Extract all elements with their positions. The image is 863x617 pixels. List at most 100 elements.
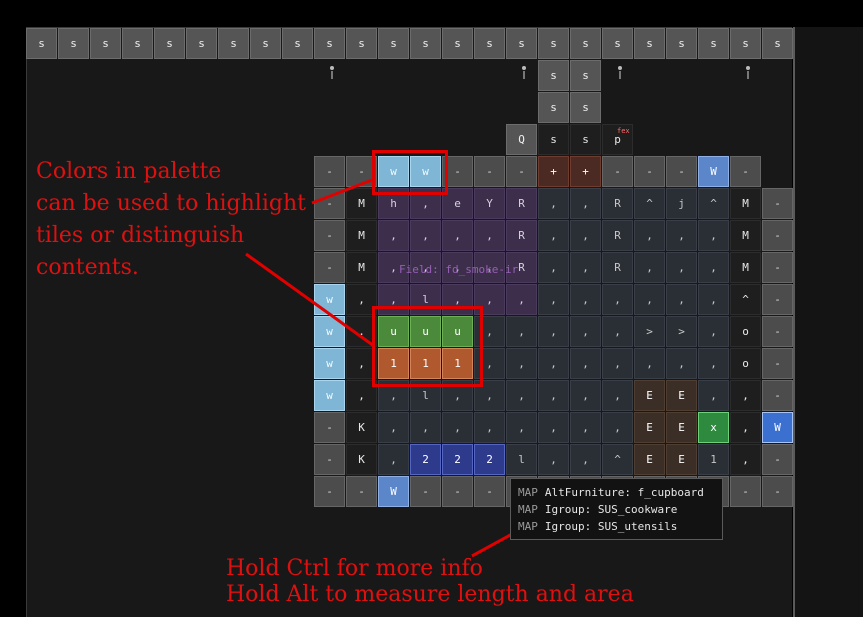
top-row-tile[interactable]: s — [634, 28, 665, 59]
map-tile[interactable]: E — [634, 380, 665, 411]
map-tile[interactable]: o — [730, 348, 761, 379]
map-tile[interactable]: - — [346, 476, 377, 507]
map-tile[interactable]: E — [666, 380, 697, 411]
map-tile[interactable]: M — [346, 252, 377, 283]
map-tile[interactable]: w — [314, 380, 345, 411]
map-tile[interactable]: , — [378, 220, 409, 251]
map-tile[interactable]: - — [314, 412, 345, 443]
map-tile[interactable]: + — [538, 156, 569, 187]
map-tile[interactable]: , — [698, 252, 729, 283]
map-tile[interactable]: , — [666, 284, 697, 315]
map-tile[interactable]: 1 — [698, 444, 729, 475]
map-tile[interactable]: - — [474, 156, 505, 187]
map-tile[interactable]: - — [634, 156, 665, 187]
map-tile[interactable]: M — [346, 220, 377, 251]
top-row-tile[interactable]: s — [378, 28, 409, 59]
map-tile[interactable]: > — [666, 316, 697, 347]
map-tile[interactable]: - — [314, 220, 345, 251]
map-tile[interactable]: , — [506, 284, 537, 315]
map-tile[interactable]: W — [378, 476, 409, 507]
map-tile[interactable]: - — [314, 252, 345, 283]
map-tile[interactable]: 2 — [410, 444, 441, 475]
map-tile[interactable]: - — [314, 444, 345, 475]
map-tile[interactable]: , — [538, 412, 569, 443]
map-tile[interactable]: , — [506, 380, 537, 411]
top-row-tile[interactable]: s — [154, 28, 185, 59]
map-tile[interactable]: - — [762, 380, 793, 411]
upper-tile[interactable]: s — [570, 60, 601, 91]
map-tile[interactable]: w — [314, 348, 345, 379]
map-tile[interactable]: R — [506, 188, 537, 219]
map-tile[interactable]: - — [762, 252, 793, 283]
map-tile[interactable]: , — [570, 348, 601, 379]
map-tile[interactable]: , — [634, 220, 665, 251]
map-tile[interactable]: , — [570, 444, 601, 475]
top-row-tile[interactable]: s — [346, 28, 377, 59]
map-tile[interactable]: , — [474, 220, 505, 251]
top-row-tile[interactable]: s — [570, 28, 601, 59]
map-tile[interactable]: , — [730, 412, 761, 443]
map-tile[interactable]: E — [634, 444, 665, 475]
map-tile[interactable]: W — [698, 156, 729, 187]
map-tile[interactable]: , — [602, 380, 633, 411]
map-tile[interactable]: , — [410, 220, 441, 251]
top-row-tile[interactable]: s — [218, 28, 249, 59]
map-tile[interactable]: K — [346, 444, 377, 475]
upper-tile[interactable]: s — [538, 124, 569, 155]
map-tile[interactable]: , — [538, 252, 569, 283]
map-tile[interactable]: , — [506, 348, 537, 379]
map-tile[interactable]: , — [698, 380, 729, 411]
map-tile[interactable]: , — [698, 220, 729, 251]
map-tile[interactable]: ^ — [730, 284, 761, 315]
map-tile[interactable]: , — [570, 412, 601, 443]
map-tile[interactable]: o — [730, 316, 761, 347]
map-tile[interactable]: , — [698, 348, 729, 379]
map-tile[interactable]: , — [538, 348, 569, 379]
top-row-tile[interactable]: s — [762, 28, 793, 59]
map-tile[interactable]: , — [570, 252, 601, 283]
map-tile[interactable]: ^ — [602, 444, 633, 475]
map-tile[interactable]: , — [570, 220, 601, 251]
map-tile[interactable]: w — [314, 284, 345, 315]
map-tile[interactable]: - — [762, 348, 793, 379]
upper-tile[interactable]: s — [538, 60, 569, 91]
map-tile[interactable]: , — [506, 412, 537, 443]
upper-tile[interactable]: s — [570, 124, 601, 155]
map-tile[interactable]: - — [474, 476, 505, 507]
map-tile[interactable]: , — [602, 412, 633, 443]
map-tile[interactable]: , — [666, 220, 697, 251]
upper-tile[interactable]: s — [538, 92, 569, 123]
map-tile[interactable]: > — [634, 316, 665, 347]
map-tile[interactable]: R — [602, 188, 633, 219]
map-tile[interactable]: , — [442, 412, 473, 443]
map-tile[interactable]: , — [538, 284, 569, 315]
map-tile[interactable]: , — [634, 252, 665, 283]
map-tile[interactable]: R — [602, 252, 633, 283]
map-tile[interactable]: - — [410, 476, 441, 507]
map-tile[interactable]: , — [570, 316, 601, 347]
map-tile[interactable]: M — [730, 188, 761, 219]
map-tile[interactable]: - — [762, 220, 793, 251]
map-tile[interactable]: R — [602, 220, 633, 251]
map-tile[interactable]: , — [666, 348, 697, 379]
map-tile[interactable]: M — [730, 252, 761, 283]
map-tile[interactable]: - — [762, 316, 793, 347]
map-tile[interactable]: , — [538, 220, 569, 251]
map-tile[interactable]: , — [378, 444, 409, 475]
map-tile[interactable]: , — [538, 316, 569, 347]
map-tile[interactable]: - — [762, 444, 793, 475]
map-tile[interactable]: E — [666, 412, 697, 443]
map-tile[interactable]: , — [634, 284, 665, 315]
map-tile[interactable]: , — [666, 252, 697, 283]
map-tile[interactable]: M — [730, 220, 761, 251]
map-tile[interactable]: Y — [474, 188, 505, 219]
map-tile[interactable]: - — [314, 156, 345, 187]
map-tile[interactable]: , — [602, 316, 633, 347]
top-row-tile[interactable]: s — [250, 28, 281, 59]
top-row-tile[interactable]: s — [314, 28, 345, 59]
map-tile[interactable]: ^ — [698, 188, 729, 219]
map-tile[interactable]: , — [634, 348, 665, 379]
map-tile[interactable]: , — [602, 284, 633, 315]
map-tile[interactable]: , — [538, 188, 569, 219]
top-row-tile[interactable]: s — [90, 28, 121, 59]
